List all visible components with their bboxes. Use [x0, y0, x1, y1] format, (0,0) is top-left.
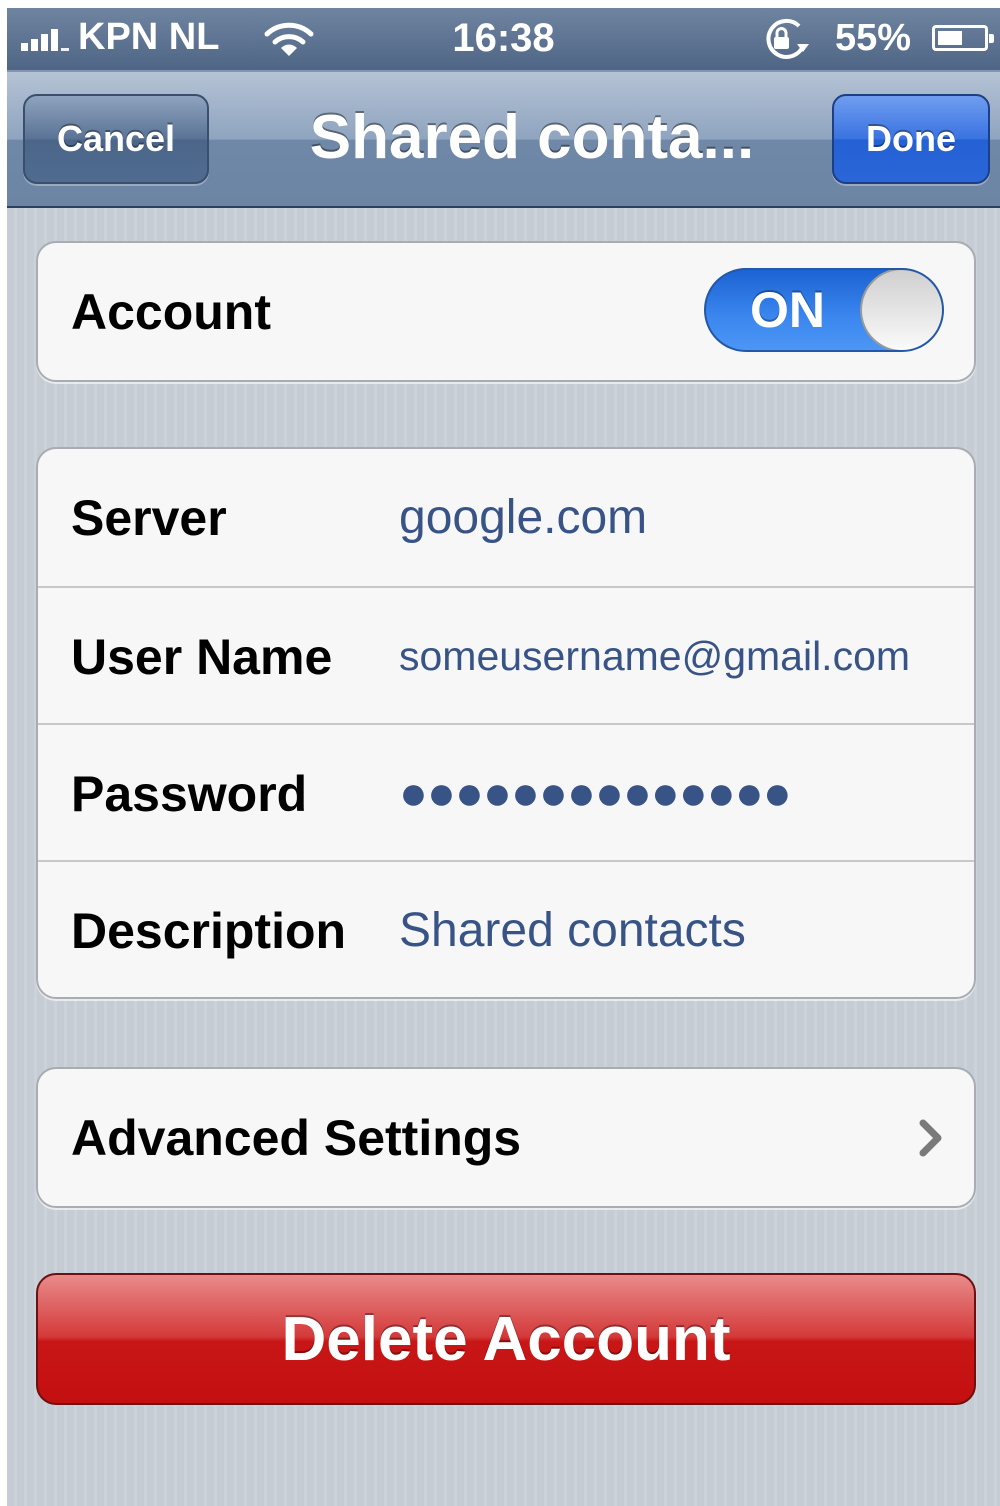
toggle-state-label: ON — [750, 282, 825, 338]
description-field[interactable]: Shared contacts — [399, 862, 746, 997]
server-label: Server — [71, 489, 227, 546]
cancel-button[interactable]: Cancel — [23, 94, 209, 184]
description-label: Description — [71, 902, 347, 959]
battery-icon — [932, 25, 994, 51]
battery-fill — [938, 31, 962, 45]
status-bar: KPN NL 16:38 55% — [7, 8, 1000, 70]
advanced-settings-row[interactable]: Advanced Settings — [38, 1069, 974, 1206]
rotation-lock-icon — [766, 18, 809, 59]
account-toggle[interactable]: ON — [704, 268, 944, 352]
password-field[interactable]: ●●●●●●●●●●●●●● — [399, 725, 792, 862]
username-row[interactable]: User Name someusername@gmail.com — [38, 586, 974, 723]
account-row: Account ON — [38, 243, 974, 380]
description-row[interactable]: Description Shared contacts — [38, 860, 974, 997]
account-label: Account — [71, 283, 271, 340]
navigation-bar: Cancel Shared conta... Done — [7, 70, 1000, 208]
advanced-settings-label: Advanced Settings — [71, 1109, 522, 1166]
credentials-group: Server google.com User Name someusername… — [36, 447, 976, 999]
done-button[interactable]: Done — [832, 94, 990, 184]
server-field[interactable]: google.com — [399, 449, 647, 586]
username-label: User Name — [71, 628, 333, 685]
password-row[interactable]: Password ●●●●●●●●●●●●●● — [38, 723, 974, 860]
delete-account-button[interactable]: Delete Account — [36, 1273, 976, 1405]
server-row[interactable]: Server google.com — [38, 449, 974, 586]
username-field[interactable]: someusername@gmail.com — [399, 588, 910, 725]
password-label: Password — [71, 765, 308, 822]
toggle-knob[interactable] — [860, 270, 942, 350]
screen: KPN NL 16:38 55% Cancel Shared conta... … — [7, 8, 1000, 1506]
battery-percentage: 55% — [835, 17, 912, 59]
advanced-group: Advanced Settings — [36, 1067, 976, 1208]
chevron-right-icon — [919, 1119, 942, 1157]
account-group: Account ON — [36, 241, 976, 382]
page-title: Shared conta... — [309, 103, 755, 172]
